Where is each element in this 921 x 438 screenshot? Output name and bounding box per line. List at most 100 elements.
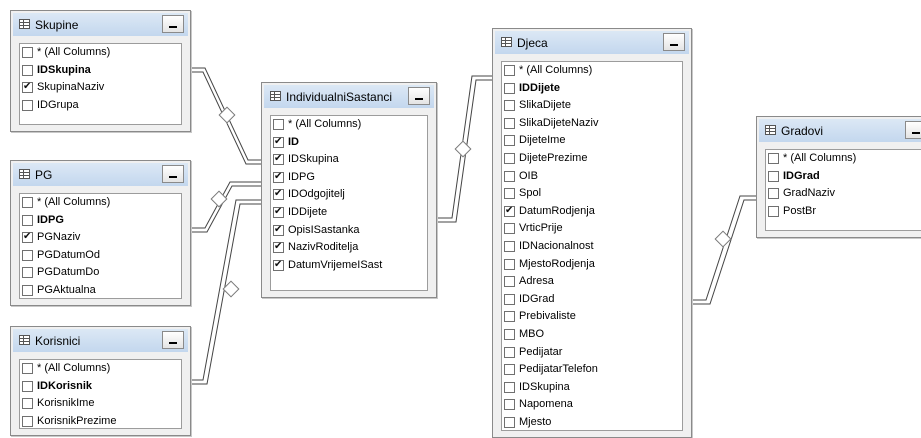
column-row[interactable]: ID (271, 134, 427, 152)
column-checkbox[interactable] (22, 99, 33, 111)
column-row[interactable]: * (All Columns) (271, 116, 427, 134)
column-checkbox[interactable] (273, 187, 284, 201)
column-row[interactable]: IDPG (20, 212, 181, 230)
column-checkbox[interactable] (273, 258, 284, 272)
column-checkbox[interactable] (273, 152, 284, 166)
column-row[interactable]: * (All Columns) (766, 150, 921, 168)
column-row[interactable]: Spol (502, 185, 682, 203)
column-checkbox[interactable] (22, 284, 33, 296)
column-checkbox[interactable] (768, 170, 779, 182)
column-checkbox[interactable] (504, 293, 515, 305)
column-row[interactable]: Adresa (502, 273, 682, 291)
column-row[interactable]: PostBr (766, 203, 921, 221)
column-checkbox[interactable] (504, 399, 515, 411)
column-row[interactable]: IDDijete (271, 204, 427, 222)
column-row[interactable]: SlikaDijeteNaziv (502, 115, 682, 133)
column-checkbox[interactable] (504, 381, 515, 393)
column-row[interactable]: KorisnikIme (20, 395, 181, 413)
column-row[interactable]: Pedijatar (502, 344, 682, 362)
column-row[interactable]: * (All Columns) (20, 360, 181, 378)
column-row[interactable]: PGNaziv (20, 229, 181, 247)
column-row[interactable]: IDGrad (766, 168, 921, 186)
column-row[interactable]: PedijatarTelefon (502, 361, 682, 379)
column-checkbox[interactable] (504, 258, 515, 270)
column-row[interactable]: * (All Columns) (20, 194, 181, 212)
column-row[interactable]: PGAktualna (20, 282, 181, 298)
column-row[interactable]: IDDijete (502, 80, 682, 98)
table-header[interactable]: Skupine (13, 13, 188, 36)
column-checkbox[interactable] (273, 119, 284, 130)
column-row[interactable]: OIB (502, 168, 682, 186)
column-checkbox[interactable] (504, 328, 515, 340)
column-row[interactable]: IDPG (271, 169, 427, 187)
column-checkbox[interactable] (22, 230, 33, 244)
column-checkbox[interactable] (504, 65, 515, 76)
table-header[interactable]: Korisnici (13, 329, 188, 352)
column-row[interactable]: MBO (502, 326, 682, 344)
column-checkbox[interactable] (504, 100, 515, 112)
column-checkbox[interactable] (504, 311, 515, 323)
column-row[interactable]: OpisISastanka (271, 222, 427, 240)
table-skupine[interactable]: Skupine * (All Columns) IDSkupina SkupinaN… (10, 10, 191, 132)
column-checkbox[interactable] (504, 416, 515, 428)
column-checkbox[interactable] (273, 205, 284, 219)
column-row[interactable]: DatumVrijemeISast (271, 257, 427, 275)
column-checkbox[interactable] (273, 223, 284, 237)
column-checkbox[interactable] (504, 188, 515, 200)
column-checkbox[interactable] (22, 380, 33, 392)
column-checkbox[interactable] (22, 398, 33, 410)
column-checkbox[interactable] (504, 364, 515, 376)
minimize-button[interactable] (162, 165, 184, 183)
table-djeca[interactable]: Djeca * (All Columns) IDDijete SlikaDijete… (492, 28, 692, 438)
column-row[interactable]: SlikaDijete (502, 97, 682, 115)
column-row[interactable]: IDSkupina (20, 62, 181, 80)
column-row[interactable]: MjestoRodjenja (502, 256, 682, 274)
column-checkbox[interactable] (504, 346, 515, 358)
column-row[interactable]: GradNaziv (766, 185, 921, 203)
column-row[interactable]: SkupinaNaziv (20, 79, 181, 97)
column-checkbox[interactable] (22, 415, 33, 427)
column-row[interactable]: IDSkupina (502, 379, 682, 397)
column-checkbox[interactable] (22, 249, 33, 261)
column-checkbox[interactable] (768, 188, 779, 200)
table-header[interactable]: Gradovi (759, 119, 921, 142)
column-row[interactable]: PGDatumDo (20, 264, 181, 282)
column-row[interactable]: VrticPrije (502, 220, 682, 238)
table-korisnici[interactable]: Korisnici * (All Columns) IDKorisnik Koris… (10, 326, 191, 436)
table-pg[interactable]: PG * (All Columns) IDPG PGNaziv PGDatumOd PG… (10, 160, 191, 306)
minimize-button[interactable] (905, 121, 921, 139)
column-row[interactable]: DatumRodjenja (502, 203, 682, 221)
column-row[interactable]: IDKorisnik (20, 378, 181, 396)
column-checkbox[interactable] (504, 204, 515, 218)
table-header[interactable]: Djeca (495, 31, 689, 54)
minimize-button[interactable] (408, 87, 430, 105)
table-gradovi[interactable]: Gradovi * (All Columns) IDGrad GradNaziv Po… (756, 116, 921, 238)
table-individualnisastanci[interactable]: IndividualniSastanci * (All Columns) ID ID… (261, 82, 437, 298)
table-header[interactable]: PG (13, 163, 188, 186)
column-row[interactable]: IDGrad (502, 291, 682, 309)
column-checkbox[interactable] (504, 152, 515, 164)
column-checkbox[interactable] (273, 135, 284, 149)
column-row[interactable]: DijeteIme (502, 132, 682, 150)
column-checkbox[interactable] (504, 240, 515, 252)
column-checkbox[interactable] (768, 205, 779, 217)
column-checkbox[interactable] (504, 170, 515, 182)
column-checkbox[interactable] (273, 170, 284, 184)
column-row[interactable]: Napomena (502, 396, 682, 414)
column-row[interactable]: KorisnikPrezime (20, 413, 181, 428)
column-row[interactable]: IDGrupa (20, 97, 181, 115)
column-row[interactable]: IDSkupina (271, 151, 427, 169)
column-checkbox[interactable] (22, 214, 33, 226)
minimize-button[interactable] (162, 331, 184, 349)
column-row[interactable]: NazivRoditelja (271, 239, 427, 257)
column-checkbox[interactable] (504, 135, 515, 147)
column-row[interactable]: IDNacionalnost (502, 238, 682, 256)
column-checkbox[interactable] (22, 64, 33, 76)
column-checkbox[interactable] (22, 267, 33, 279)
column-checkbox[interactable] (22, 47, 33, 58)
column-row[interactable]: PGDatumOd (20, 247, 181, 265)
column-checkbox[interactable] (504, 276, 515, 288)
column-row[interactable]: Prebivaliste (502, 308, 682, 326)
column-row[interactable]: * (All Columns) (502, 62, 682, 80)
column-checkbox[interactable] (22, 363, 33, 374)
